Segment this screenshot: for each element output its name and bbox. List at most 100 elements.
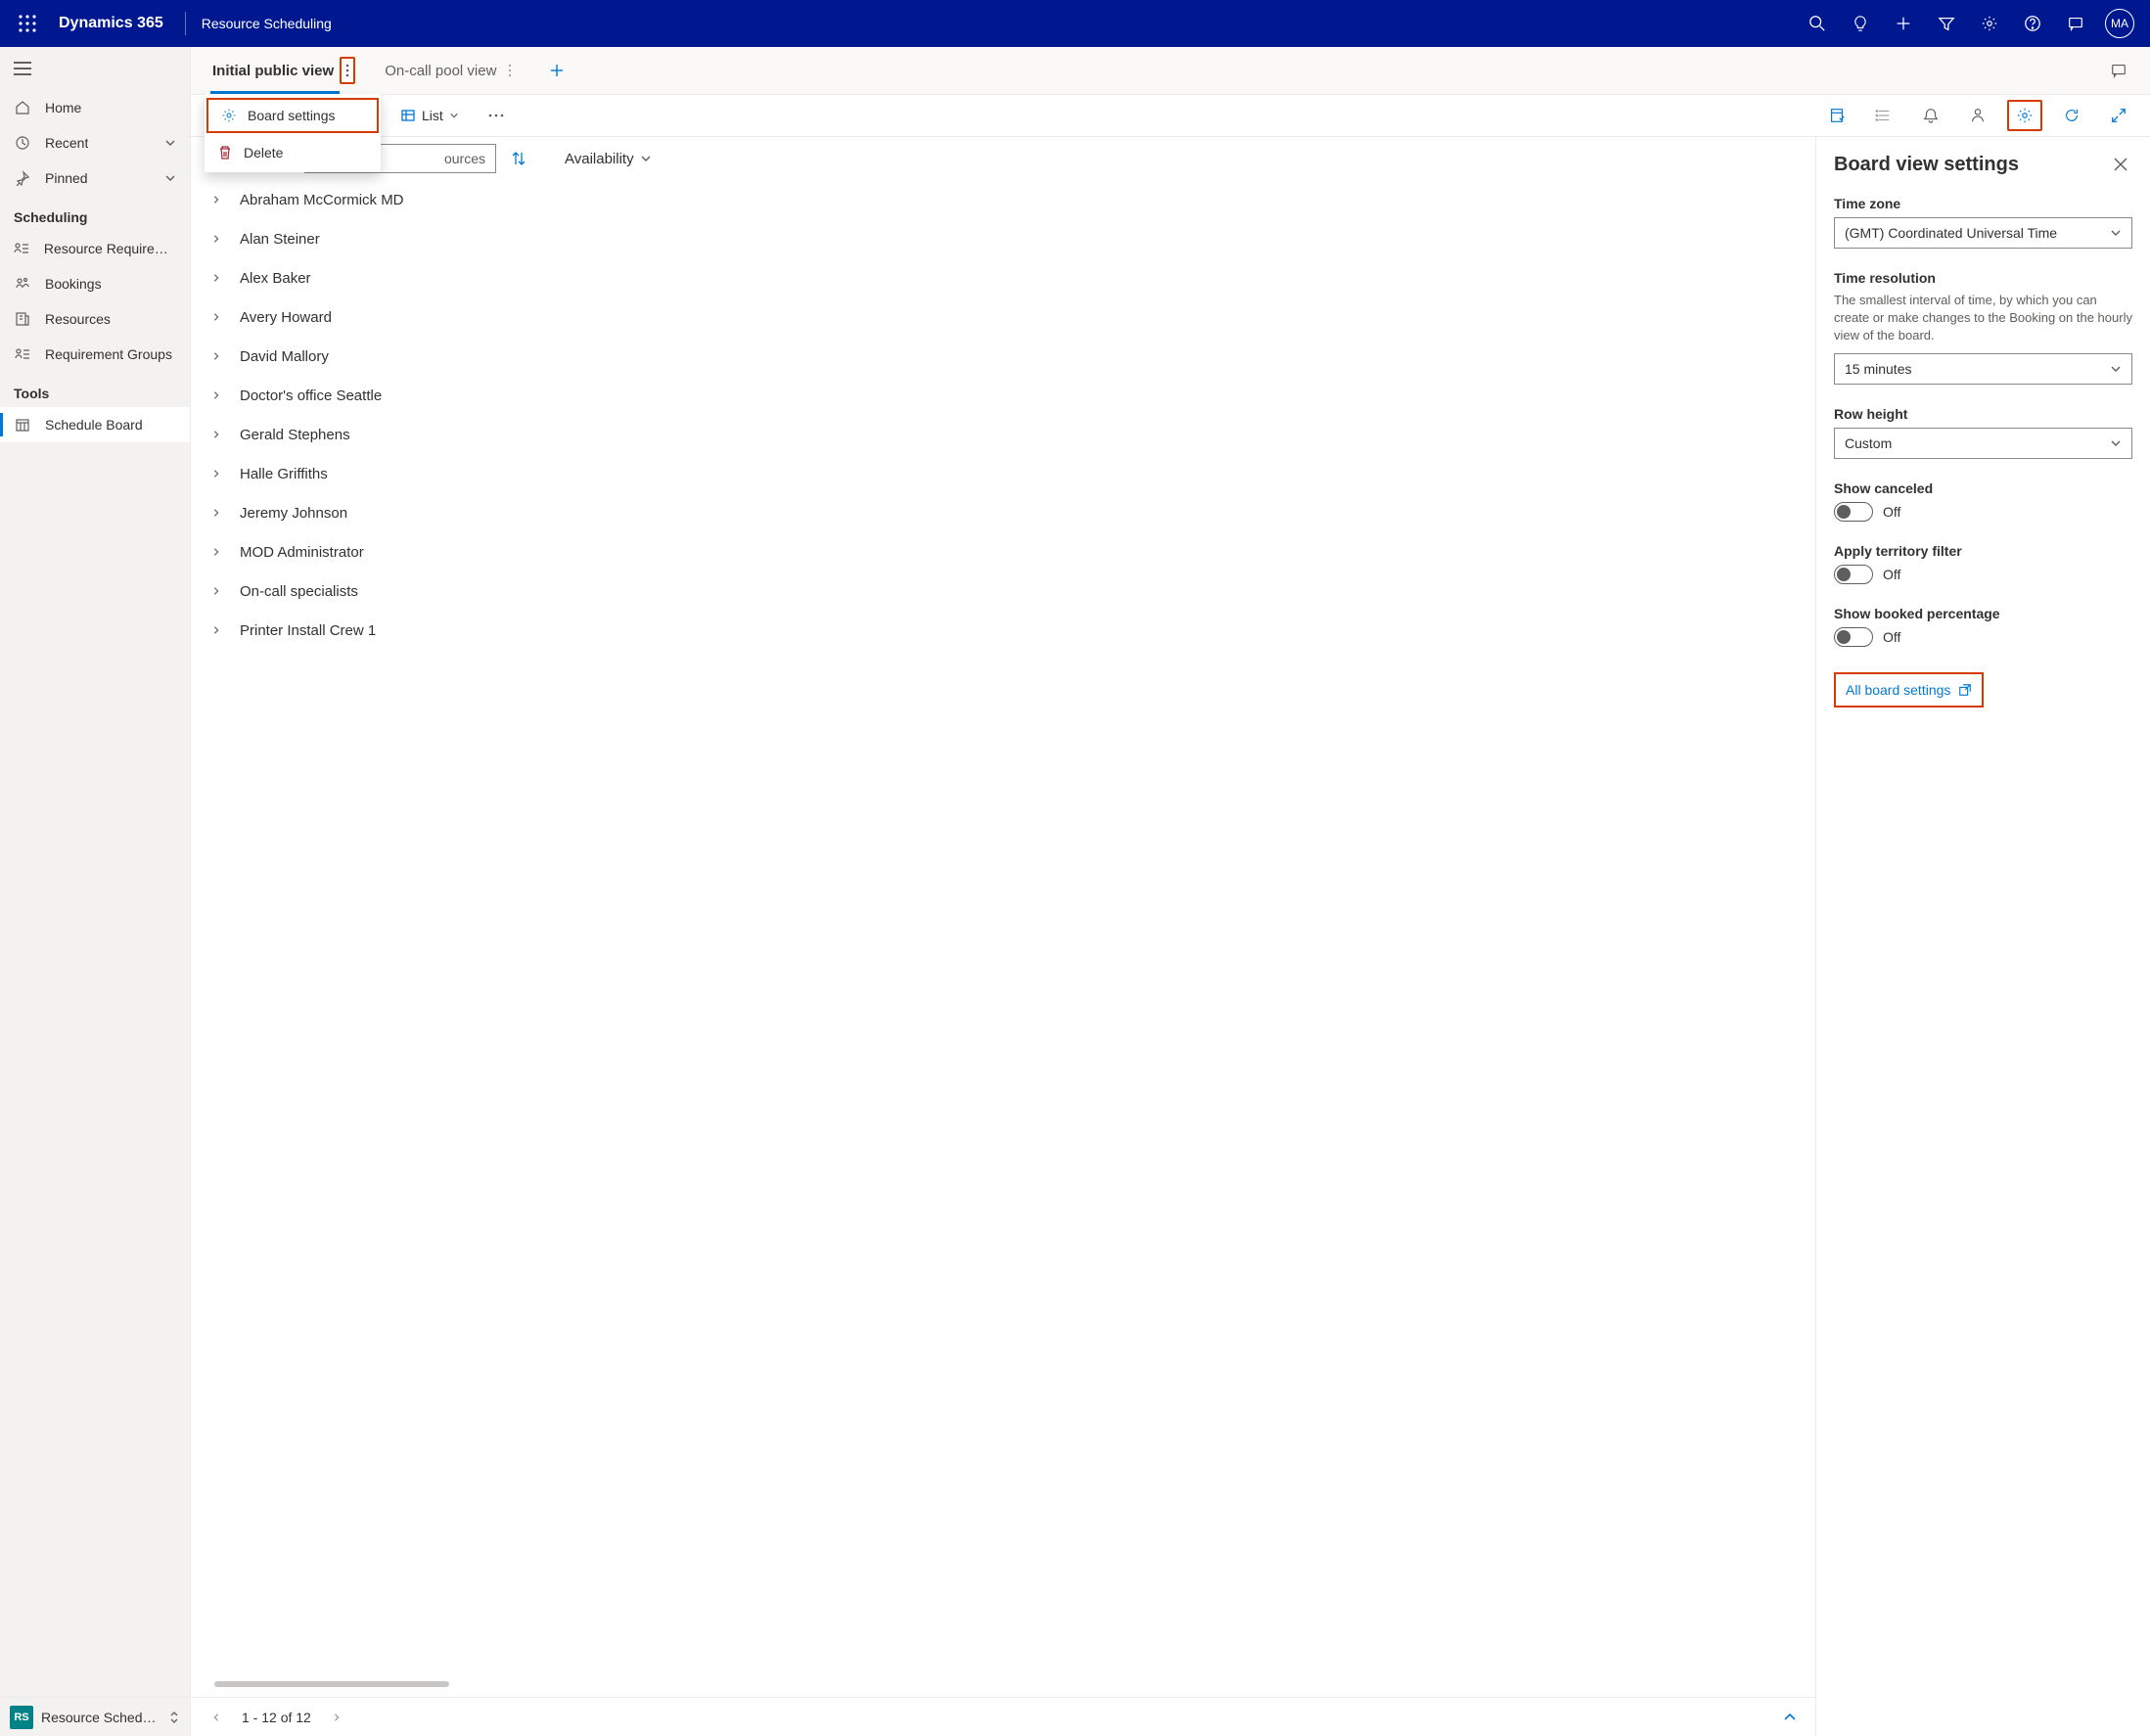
list-item[interactable]: Abraham McCormick MD [191, 180, 1815, 219]
sort-arrows-icon[interactable] [512, 151, 526, 166]
nav-recent[interactable]: Recent [0, 125, 190, 160]
nav-resources[interactable]: Resources [0, 301, 190, 337]
territory-toggle[interactable] [1834, 565, 1873, 584]
more-ellipsis-button[interactable] [479, 100, 514, 131]
list-item[interactable]: Printer Install Crew 1 [191, 611, 1815, 650]
list-item[interactable]: Doctor's office Seattle [191, 376, 1815, 415]
list-item[interactable]: Jeremy Johnson [191, 493, 1815, 532]
horizontal-scrollbar[interactable] [205, 1681, 1802, 1689]
nav-footer[interactable]: RS Resource Schedul... [0, 1697, 190, 1736]
nav-pinned[interactable]: Pinned [0, 160, 190, 196]
chevron-right-icon [210, 625, 222, 635]
resolution-field: Time resolution The smallest interval of… [1834, 270, 2132, 385]
nav-label: Home [45, 100, 81, 115]
chevron-right-icon [210, 508, 222, 518]
list-icon-button[interactable] [1866, 100, 1901, 131]
list-item[interactable]: David Mallory [191, 337, 1815, 376]
chevron-right-icon [210, 273, 222, 283]
list-item[interactable]: Alan Steiner [191, 219, 1815, 258]
toggle-value: Off [1883, 567, 1900, 582]
rowheight-select[interactable]: Custom [1834, 428, 2132, 459]
prev-page-button[interactable] [205, 1706, 228, 1729]
close-icon[interactable] [2109, 153, 2132, 176]
nav-resource-requirements[interactable]: Resource Requireme... [0, 231, 190, 266]
tab-more-icon[interactable] [502, 57, 518, 84]
list-item[interactable]: Halle Griffiths [191, 454, 1815, 493]
add-icon[interactable] [1882, 0, 1925, 47]
resource-name: Printer Install Crew 1 [240, 622, 376, 639]
next-page-button[interactable] [325, 1706, 348, 1729]
tab-on-call-pool-view[interactable]: On-call pool view [377, 47, 524, 94]
add-tab-button[interactable] [539, 53, 574, 88]
avatar[interactable]: MA [2105, 9, 2134, 38]
resource-name: Abraham McCormick MD [240, 192, 404, 208]
chat-panel-icon[interactable] [2101, 62, 2136, 79]
settings-gear-button[interactable] [2007, 100, 2042, 131]
collapse-up-button[interactable] [1778, 1706, 1802, 1729]
settings-icon[interactable] [1968, 0, 2011, 47]
list-item[interactable]: Alex Baker [191, 258, 1815, 297]
toggle-value: Off [1883, 629, 1900, 645]
select-value: 15 minutes [1845, 361, 1911, 377]
list-item[interactable]: MOD Administrator [191, 532, 1815, 571]
nav-requirement-groups[interactable]: Requirement Groups [0, 337, 190, 372]
nav-label: Requirement Groups [45, 346, 172, 362]
pin-icon [14, 169, 31, 187]
show-canceled-toggle[interactable] [1834, 502, 1873, 522]
field-label: Apply territory filter [1834, 543, 2132, 559]
resource-name: Avery Howard [240, 309, 332, 326]
app-title: Dynamics 365 [47, 15, 175, 32]
app-launcher-icon[interactable] [8, 0, 47, 47]
resources-icon [14, 310, 31, 328]
chevron-down-icon [164, 172, 176, 184]
ctx-board-settings[interactable]: Board settings [206, 98, 379, 133]
nav-schedule-board[interactable]: Schedule Board [0, 407, 190, 442]
chevron-down-icon [640, 153, 652, 164]
pagination-bar: 1 - 12 of 12 [191, 1697, 1815, 1736]
help-icon[interactable] [2011, 0, 2054, 47]
search-icon[interactable] [1796, 0, 1839, 47]
resource-name: Alex Baker [240, 270, 311, 287]
expand-icon-button[interactable] [2101, 100, 2136, 131]
resource-name: On-call specialists [240, 583, 358, 600]
chat-assist-icon[interactable] [2054, 0, 2097, 47]
nav-home[interactable]: Home [0, 90, 190, 125]
resource-name: Jeremy Johnson [240, 505, 347, 522]
refresh-icon-button[interactable] [2054, 100, 2089, 131]
select-value: Custom [1845, 435, 1892, 451]
nav-bookings[interactable]: Bookings [0, 266, 190, 301]
resolution-select[interactable]: 15 minutes [1834, 353, 2132, 385]
sort-dropdown[interactable]: Availability [565, 151, 652, 167]
rowheight-field: Row height Custom [1834, 406, 2132, 459]
book-icon-button[interactable] [1819, 100, 1854, 131]
list-item[interactable]: Avery Howard [191, 297, 1815, 337]
module-name: Resource Scheduling [196, 16, 338, 31]
chevron-right-icon [210, 586, 222, 596]
nav-label: Resource Requireme... [44, 241, 176, 256]
person-icon-button[interactable] [1960, 100, 1995, 131]
tab-more-icon[interactable] [340, 57, 355, 84]
resource-name: Doctor's office Seattle [240, 388, 382, 404]
booked-toggle[interactable] [1834, 627, 1873, 647]
filter-icon[interactable] [1925, 0, 1968, 47]
calendar-grid-icon [14, 416, 31, 434]
bell-icon-button[interactable] [1913, 100, 1948, 131]
list-view-button[interactable]: List [392, 100, 467, 131]
tab-initial-public-view[interactable]: Initial public view [205, 47, 361, 94]
chevron-right-icon [210, 547, 222, 557]
resource-name: MOD Administrator [240, 544, 364, 561]
timezone-select[interactable]: (GMT) Coordinated Universal Time [1834, 217, 2132, 249]
field-label: Time resolution [1834, 270, 2132, 286]
lightbulb-icon[interactable] [1839, 0, 1882, 47]
select-value: (GMT) Coordinated Universal Time [1845, 225, 2057, 241]
nav-label: Resources [45, 311, 111, 327]
ctx-delete[interactable]: Delete [205, 135, 381, 170]
all-board-settings-link[interactable]: All board settings [1834, 672, 1984, 708]
hamburger-icon[interactable] [0, 47, 190, 90]
btn-label: List [422, 108, 443, 123]
nav-label: Recent [45, 135, 88, 151]
list-item[interactable]: Gerald Stephens [191, 415, 1815, 454]
list-item[interactable]: On-call specialists [191, 571, 1815, 611]
section-scheduling: Scheduling [0, 196, 190, 231]
search-placeholder: ources [444, 151, 485, 166]
